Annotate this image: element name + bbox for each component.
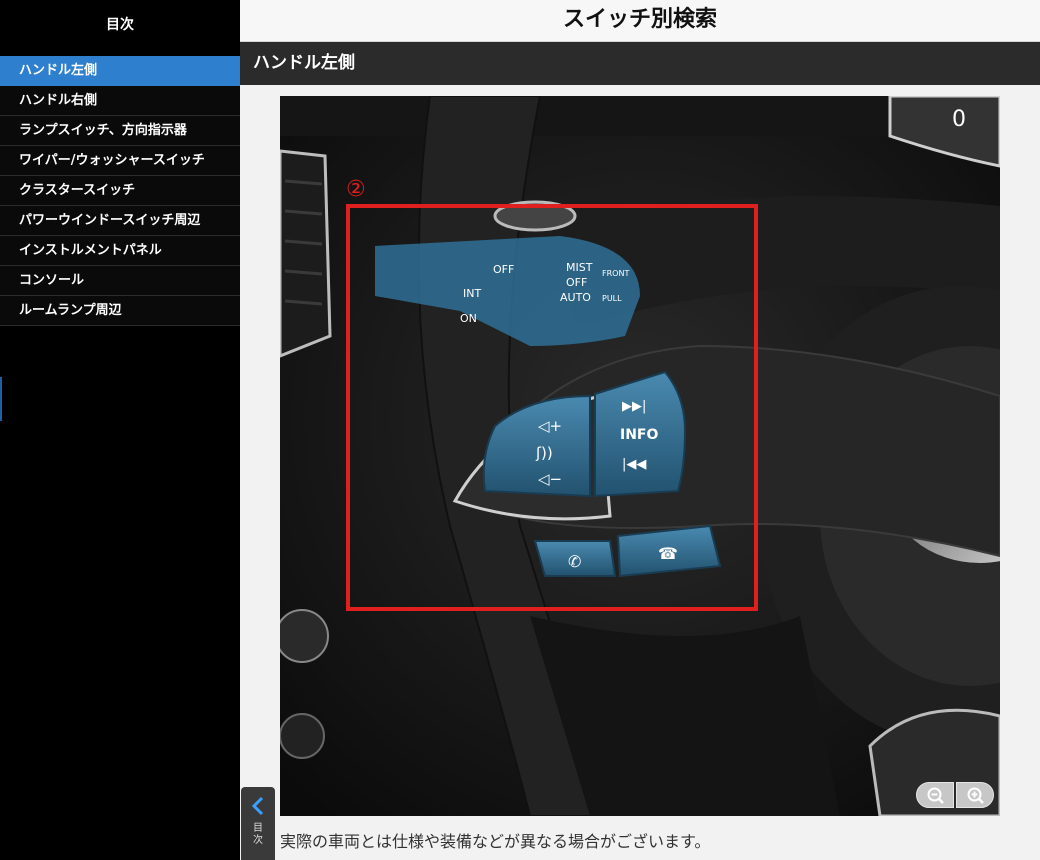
- lever-label-int: INT: [463, 287, 481, 300]
- toc-toggle-label: 目次: [253, 823, 263, 846]
- steering-illustration: 0 OFF INT ON MIST OFF AUTO FRONT PULL ◁+…: [280, 96, 1000, 816]
- toc-item-lamp-switch[interactable]: ランプスイッチ、方向指示器: [0, 116, 240, 146]
- hangup-icon: ☎: [658, 544, 678, 563]
- toc-item-steering-right[interactable]: ハンドル右側: [0, 86, 240, 116]
- info-button-label: INFO: [620, 427, 658, 443]
- toc-list: ハンドル左側 ハンドル右側 ランプスイッチ、方向指示器 ワイパー/ウォッシャース…: [0, 56, 240, 326]
- prev-track-icon: |◀◀: [622, 457, 646, 472]
- toc-item-console[interactable]: コンソール: [0, 266, 240, 296]
- gauge-digit: 0: [952, 107, 966, 132]
- toc-toggle-button[interactable]: 目次: [241, 787, 275, 860]
- lever-label-auto: AUTO: [560, 291, 591, 304]
- zoom-in-icon: [967, 787, 984, 804]
- zoom-in-button[interactable]: [956, 782, 994, 808]
- lever-label-mist: MIST: [566, 261, 593, 274]
- lever-label-off-rear: OFF: [566, 276, 587, 289]
- lever-label-on: ON: [460, 312, 477, 325]
- main-content: スイッチ別検索 ハンドル左側 0 OFF INT ON MIST OFF AUT…: [240, 0, 1040, 860]
- toc-item-wiper-washer[interactable]: ワイパー/ウォッシャースイッチ: [0, 146, 240, 176]
- toc-item-room-lamp[interactable]: ルームランプ周辺: [0, 296, 240, 326]
- zoom-out-icon: [927, 787, 944, 804]
- toc-item-power-window[interactable]: パワーウインドースイッチ周辺: [0, 206, 240, 236]
- zoom-out-button[interactable]: [916, 782, 954, 808]
- volume-down-icon: ◁−: [538, 470, 562, 488]
- steering-wheel-figure[interactable]: 0 OFF INT ON MIST OFF AUTO FRONT PULL ◁+…: [280, 96, 1000, 816]
- toc-item-instrument-panel[interactable]: インストルメントパネル: [0, 236, 240, 266]
- scroll-marker: [0, 377, 2, 421]
- lever-label-pull: PULL: [602, 294, 622, 303]
- lever-label-off: OFF: [493, 263, 514, 276]
- next-track-icon: ▶▶|: [622, 399, 646, 414]
- callout-number: ②: [346, 177, 366, 202]
- section-title: ハンドル左側: [240, 42, 1040, 85]
- page-title: スイッチ別検索: [240, 0, 1040, 42]
- volume-up-icon: ◁+: [538, 417, 562, 435]
- toc-sidebar: 目次 ハンドル左側 ハンドル右側 ランプスイッチ、方向指示器 ワイパー/ウォッシ…: [0, 0, 240, 860]
- lever-label-front: FRONT: [602, 269, 629, 278]
- disclaimer-caption: 実際の車両とは仕様や装備などが異なる場合がございます。: [280, 832, 711, 851]
- toc-item-cluster-switch[interactable]: クラスタースイッチ: [0, 176, 240, 206]
- phone-icon: ✆: [568, 552, 581, 571]
- toc-item-steering-left[interactable]: ハンドル左側: [0, 56, 240, 86]
- chevron-left-icon: [251, 796, 264, 816]
- voice-icon: ʃ)): [535, 444, 553, 462]
- toc-title: 目次: [106, 17, 134, 33]
